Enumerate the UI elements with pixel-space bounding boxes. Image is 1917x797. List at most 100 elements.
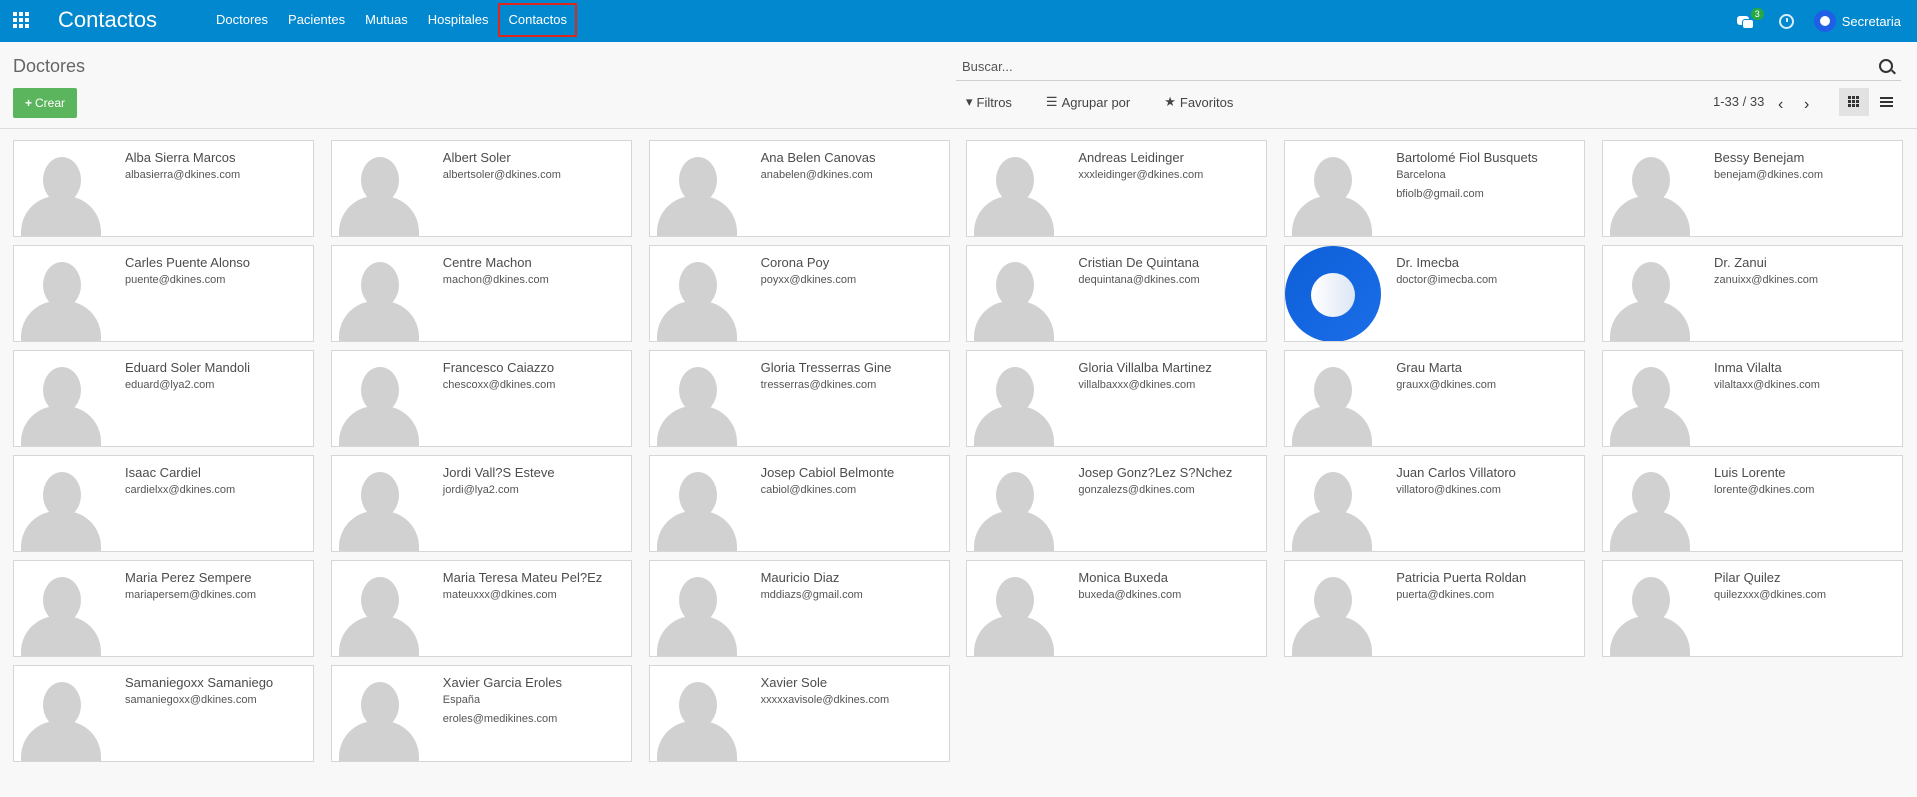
avatar-placeholder-icon [1285, 351, 1379, 446]
avatar-placeholder-icon [650, 561, 744, 656]
avatar-placeholder-icon [14, 246, 108, 341]
avatar-placeholder-icon [14, 561, 108, 656]
contact-card[interactable]: Centre Machon machon@dkines.com [330, 245, 632, 342]
contact-card[interactable]: Gloria Villalba Martinez villalbaxxx@dkin… [966, 350, 1268, 447]
contact-card[interactable]: Mauricio Diaz mddiazs@gmail.com [648, 560, 950, 657]
contact-card[interactable]: Josep Cabiol Belmonte cabiol@dkines.com [648, 455, 950, 552]
contact-email: buxeda@dkines.com [1078, 589, 1182, 601]
pager-value[interactable]: 1-33 / 33 [1713, 94, 1764, 109]
menu-item-mutuas[interactable]: Mutuas [355, 3, 418, 37]
contact-card[interactable]: Carles Puente Alonso puente@dkines.com [13, 245, 314, 342]
contact-email: albasierra@dkines.com [125, 169, 241, 181]
contact-name: Corona Poy [760, 255, 830, 270]
menu-item-contactos[interactable]: Contactos [498, 3, 578, 37]
contact-name: Inma Vilalta [1713, 360, 1782, 375]
contact-name: Eduard Soler Mandoli [125, 360, 251, 375]
chat-icon[interactable]: 3 [1736, 8, 1764, 29]
contact-card[interactable]: Corona Poy poyxx@dkines.com [648, 245, 950, 342]
contact-card[interactable]: Juan Carlos Villatoro villatoro@dkines.co… [1284, 455, 1586, 552]
activity-clock-icon[interactable] [1778, 13, 1794, 29]
list-view-button[interactable] [1871, 88, 1901, 116]
contact-logo [1285, 246, 1382, 341]
contact-card[interactable]: Dr. Zanui zanuixx@dkines.com [1601, 245, 1903, 342]
menu-item-doctores[interactable]: Doctores [206, 3, 278, 37]
contact-email: eduard@lya2.com [125, 379, 215, 391]
contact-card[interactable]: Pilar Quilez quilezxxx@dkines.com [1601, 560, 1903, 657]
contact-card[interactable]: Andreas Leidinger xxxleidinger@dkines.com [966, 140, 1268, 237]
avatar-placeholder-icon [650, 351, 744, 446]
contact-card[interactable]: Francesco Caiazzo chescoxx@dkines.com [330, 350, 632, 447]
contact-card[interactable]: Bessy Benejam benejam@dkines.com [1601, 140, 1903, 237]
contact-card[interactable]: Jordi Vall?S Esteve jordi@lya2.com [330, 455, 632, 552]
contact-card[interactable]: Gloria Tresserras Gine tresserras@dkines.… [648, 350, 950, 447]
groupby-button[interactable]: ☰ Agrupar por [1046, 94, 1130, 110]
avatar-placeholder-icon [332, 666, 426, 761]
avatar-placeholder-icon [332, 561, 426, 656]
avatar-placeholder-icon [1603, 351, 1697, 446]
contact-email: puente@dkines.com [125, 274, 226, 286]
contact-card[interactable]: Alba Sierra Marcos albasierra@dkines.com [13, 140, 314, 237]
avatar-placeholder-icon [1603, 141, 1697, 236]
contact-name: Carles Puente Alonso [125, 255, 251, 270]
contact-card[interactable]: Maria Teresa Mateu Pel?Ez mateuxxx@dkines… [330, 560, 632, 657]
avatar-placeholder-icon [14, 456, 108, 551]
contact-card[interactable]: Isaac Cardiel cardielxx@dkines.com [13, 455, 314, 552]
pager-previous-icon[interactable]: ‹ [1778, 96, 1783, 114]
contact-card[interactable]: Cristian De Quintana dequintana@dkines.co… [966, 245, 1268, 342]
contact-name: Grau Marta [1396, 360, 1462, 375]
contact-card[interactable]: Maria Perez Sempere mariapersem@dkines.co… [13, 560, 314, 657]
avatar-placeholder-icon [14, 141, 108, 236]
avatar-placeholder-icon [332, 141, 426, 236]
favorites-button[interactable]: ★ Favoritos [1164, 94, 1233, 110]
contact-email: zanuixx@dkines.com [1713, 274, 1819, 286]
contact-card[interactable]: Bartolomé Fiol Busquets Barcelona bfiolb@g… [1284, 140, 1586, 237]
search-input[interactable] [956, 54, 1868, 78]
contact-email: albertsoler@dkines.com [442, 169, 561, 181]
contact-card[interactable]: Xavier Garcia Eroles España eroles@medikin… [330, 665, 632, 762]
avatar-placeholder-icon [967, 561, 1061, 656]
contact-name: Luis Lorente [1713, 465, 1786, 480]
contact-name: Jordi Vall?S Esteve [442, 465, 555, 480]
contact-email: tresserras@dkines.com [760, 379, 877, 391]
create-button[interactable]: + Crear [13, 88, 77, 118]
kanban-grid: Alba Sierra Marcos albasierra@dkines.com A… [13, 140, 1903, 762]
contact-card[interactable]: Josep Gonz?Lez S?Nchez gonzalezs@dkines.c… [966, 455, 1268, 552]
user-name[interactable]: Secretaria [1842, 14, 1901, 29]
contact-email: cardielxx@dkines.com [125, 484, 236, 496]
contact-location: Barcelona [1396, 169, 1446, 181]
contact-card[interactable]: Dr. Imecba doctor@imecba.com [1284, 245, 1586, 342]
contact-email: quilezxxx@dkines.com [1713, 589, 1827, 601]
kanban-view-button[interactable] [1839, 88, 1869, 116]
contact-card[interactable]: Xavier Sole xxxxxavisole@dkines.com [648, 665, 950, 762]
contact-card[interactable]: Patricia Puerta Roldan puerta@dkines.com [1284, 560, 1586, 657]
avatar-placeholder-icon [1285, 141, 1379, 236]
apps-grid-icon[interactable] [13, 12, 30, 29]
menu-item-hospitales[interactable]: Hospitales [418, 3, 499, 37]
contact-email: bfiolb@gmail.com [1396, 188, 1484, 200]
contact-email: mariapersem@dkines.com [125, 589, 256, 601]
contact-card[interactable]: Grau Marta grauxx@dkines.com [1284, 350, 1586, 447]
search-icon[interactable] [1879, 59, 1893, 73]
contact-card[interactable]: Albert Soler albertsoler@dkines.com [330, 140, 632, 237]
contact-card[interactable]: Ana Belen Canovas anabelen@dkines.com [648, 140, 950, 237]
contact-name: Isaac Cardiel [125, 465, 201, 480]
contact-card[interactable]: Inma Vilalta vilaltaxx@dkines.com [1601, 350, 1903, 447]
filters-button[interactable]: ▾ Filtros [966, 94, 1012, 110]
contact-email: benejam@dkines.com [1713, 169, 1823, 181]
contact-card[interactable]: Samaniegoxx Samaniego samaniegoxx@dkines.… [13, 665, 314, 762]
star-icon: ★ [1164, 94, 1176, 109]
contact-card[interactable]: Eduard Soler Mandoli eduard@lya2.com [13, 350, 314, 447]
avatar-placeholder-icon [1285, 456, 1379, 551]
user-avatar[interactable] [1813, 10, 1836, 32]
menu-item-pacientes[interactable]: Pacientes [278, 3, 355, 37]
main-menu: Doctores Pacientes Mutuas Hospitales Contact… [206, 3, 578, 37]
contact-location: España [442, 694, 481, 706]
contact-name: Juan Carlos Villatoro [1396, 465, 1516, 480]
contact-name: Alba Sierra Marcos [125, 150, 236, 165]
contact-email: lorente@dkines.com [1713, 484, 1815, 496]
contact-name: Andreas Leidinger [1078, 150, 1184, 165]
avatar-placeholder-icon [650, 456, 744, 551]
pager-next-icon[interactable]: › [1804, 96, 1809, 114]
contact-card[interactable]: Monica Buxeda buxeda@dkines.com [966, 560, 1268, 657]
contact-card[interactable]: Luis Lorente lorente@dkines.com [1601, 455, 1903, 552]
